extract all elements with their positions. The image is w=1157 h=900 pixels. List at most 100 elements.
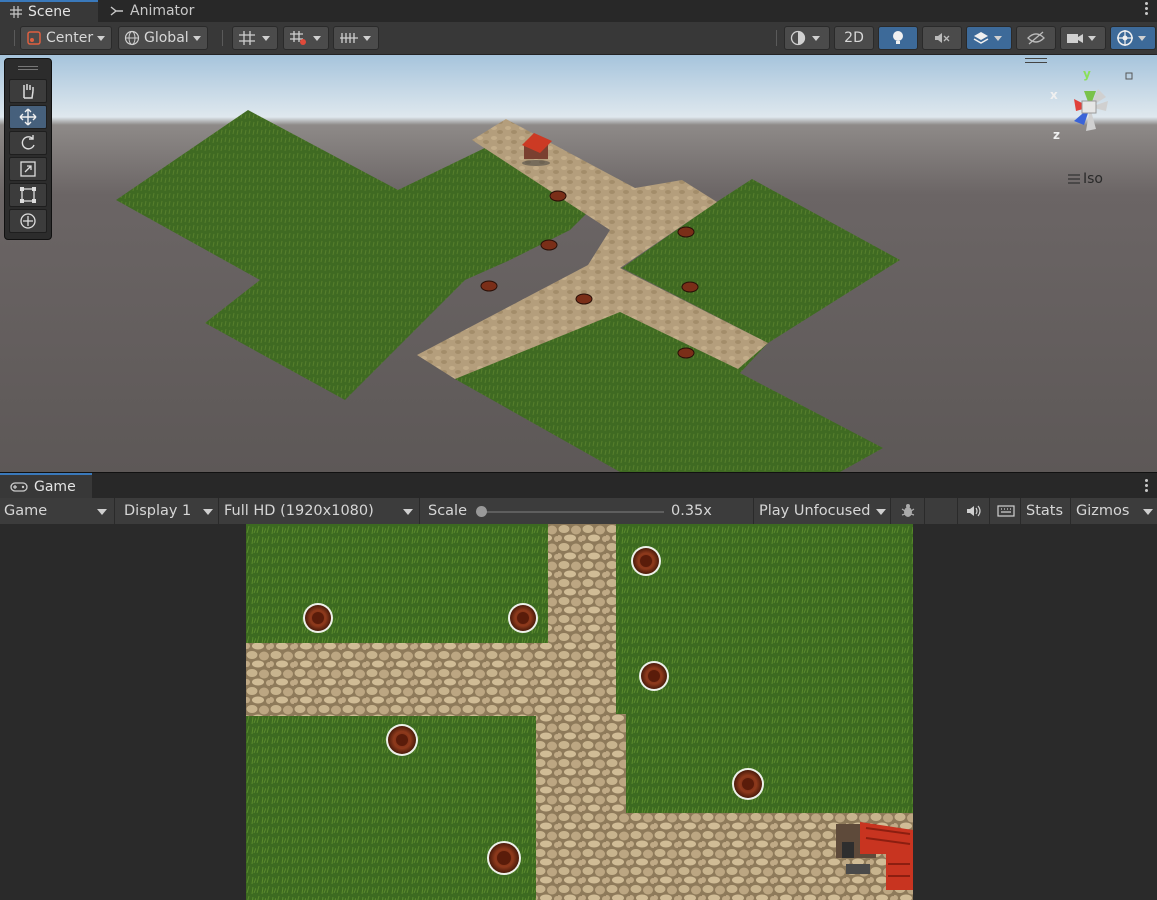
gizmos-dropdown[interactable] — [1110, 26, 1156, 50]
layers-icon — [973, 32, 989, 44]
resolution-select-label: Full HD (1920x1080) — [224, 503, 374, 519]
frame-debugger-button[interactable] — [892, 498, 925, 524]
tab-animator-label: Animator — [130, 3, 195, 19]
scene-menu-icon[interactable] — [1145, 2, 1149, 17]
rect-transform-icon — [20, 187, 36, 203]
gizmo-y-label: y — [1083, 67, 1091, 81]
chevron-down-icon — [363, 35, 371, 41]
scale-slider-thumb[interactable] — [476, 506, 487, 517]
tab-animator[interactable]: Animator — [100, 0, 210, 22]
gizmo-z-label: z — [1053, 128, 1060, 142]
hand-icon — [23, 84, 34, 99]
toggle-2d-button[interactable]: 2D — [834, 26, 874, 50]
move-tool-button[interactable] — [9, 105, 47, 129]
shortcuts-button[interactable] — [991, 498, 1021, 524]
resolution-select[interactable]: Full HD (1920x1080) — [220, 498, 420, 524]
chevron-down-icon — [1138, 35, 1146, 41]
scale-label: Scale — [428, 503, 468, 519]
palette-drag-handle[interactable] — [18, 66, 38, 67]
scene-viewport[interactable]: y x z Iso — [0, 55, 1157, 472]
view-select[interactable]: Game — [0, 498, 115, 524]
chevron-down-icon — [876, 509, 886, 515]
audio-muted-icon — [935, 33, 950, 43]
pivot-mode-dropdown[interactable]: Center — [20, 26, 112, 50]
scene-toolbar: Center Global 2D — [0, 22, 1157, 55]
animator-icon — [110, 6, 123, 16]
bug-icon — [901, 504, 915, 517]
gizmo-sphere-icon — [1117, 30, 1133, 46]
turret — [631, 546, 661, 576]
scale-tool-button[interactable] — [9, 157, 47, 181]
chevron-down-icon — [203, 509, 213, 515]
game-menu-icon[interactable] — [1145, 479, 1149, 494]
game-topdown-map — [246, 524, 913, 900]
stats-button[interactable]: Stats — [1022, 498, 1071, 524]
chevron-down-icon — [812, 35, 820, 41]
space-mode-label: Global — [144, 30, 189, 46]
projection-toggle[interactable]: Iso — [1068, 171, 1103, 187]
tab-game[interactable]: Game — [0, 473, 92, 499]
scene-isometric-map — [116, 110, 900, 472]
turret — [303, 603, 333, 633]
space-mode-dropdown[interactable]: Global — [118, 26, 208, 50]
tool-palette — [4, 58, 52, 240]
gamepad-icon — [10, 482, 28, 492]
scale-icon — [20, 161, 36, 177]
gizmos-label: Gizmos — [1076, 503, 1130, 519]
lightbulb-icon — [893, 31, 903, 44]
scale-slider-track[interactable] — [480, 511, 664, 513]
lighting-toggle-button[interactable] — [878, 26, 918, 50]
toolbar-spacer — [926, 498, 958, 524]
rotate-tool-button[interactable] — [9, 131, 47, 155]
gizmo-drag-handle[interactable] — [1025, 58, 1047, 63]
lock-icon[interactable] — [1125, 72, 1133, 80]
orientation-gizmo[interactable] — [1048, 67, 1148, 147]
hand-tool-button[interactable] — [9, 79, 47, 103]
transform-tool-button[interactable] — [9, 209, 47, 233]
chevron-down-icon — [97, 509, 107, 515]
view-select-label: Game — [4, 503, 48, 519]
turret — [487, 841, 521, 875]
stats-label: Stats — [1026, 503, 1064, 519]
eye-hidden-icon — [1027, 31, 1045, 45]
tab-scene[interactable]: Scene — [0, 0, 98, 22]
chevron-down-icon — [313, 35, 321, 41]
chevron-down-icon — [403, 509, 413, 515]
shading-mode-icon — [790, 30, 806, 46]
mute-audio-button[interactable] — [959, 498, 990, 524]
transform-icon — [20, 213, 36, 229]
draw-mode-dropdown[interactable] — [784, 26, 830, 50]
scale-value: 0.35x — [671, 503, 712, 519]
chevron-down-icon — [262, 35, 270, 41]
chevron-down-icon — [1143, 509, 1153, 515]
pivot-center-icon — [27, 31, 41, 45]
move-arrows-icon — [19, 108, 37, 126]
camera-icon — [1067, 34, 1083, 43]
projection-label: Iso — [1083, 171, 1103, 187]
increment-snap-button[interactable] — [283, 26, 329, 50]
camera-dropdown[interactable] — [1060, 26, 1106, 50]
display-select[interactable]: Display 1 — [120, 498, 219, 524]
scene-tab-bar: Scene Animator — [0, 0, 1157, 23]
game-viewport[interactable] — [246, 524, 913, 900]
gizmo-x-label: x — [1050, 88, 1058, 102]
effects-dropdown[interactable] — [966, 26, 1012, 50]
rect-tool-button[interactable] — [9, 183, 47, 207]
grid-snap-button[interactable] — [232, 26, 278, 50]
game-toolbar: Game Display 1 Full HD (1920x1080) Scale… — [0, 498, 1157, 525]
rotate-icon — [21, 135, 35, 150]
toggle-2d-label: 2D — [844, 30, 864, 46]
turret — [386, 724, 418, 756]
toolbar-separator — [776, 30, 777, 46]
globe-icon — [124, 30, 140, 46]
toolbar-separator — [222, 30, 223, 46]
chevron-down-icon — [994, 35, 1002, 41]
play-mode-label: Play Unfocused — [759, 503, 871, 519]
ruler-snap-button[interactable] — [333, 26, 379, 50]
visibility-toggle-button[interactable] — [1016, 26, 1056, 50]
gizmos-select[interactable]: Gizmos — [1072, 498, 1157, 524]
grid-icon — [10, 6, 22, 18]
turret — [639, 661, 669, 691]
play-mode-select[interactable]: Play Unfocused — [755, 498, 891, 524]
audio-toggle-button[interactable] — [922, 26, 962, 50]
